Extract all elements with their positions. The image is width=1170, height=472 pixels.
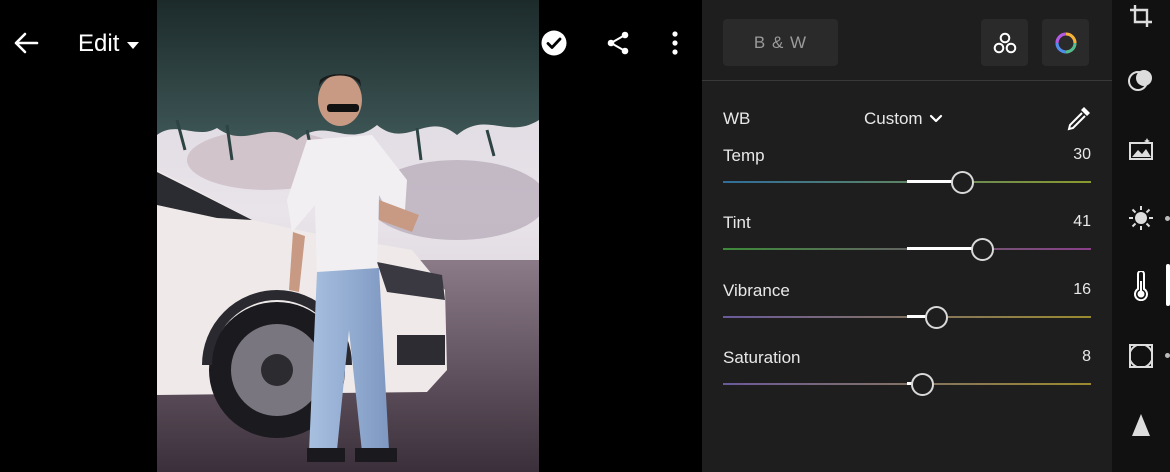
panel-header: B & W	[702, 0, 1112, 81]
arrow-left-icon	[14, 32, 39, 54]
chevron-down-icon	[929, 114, 942, 123]
color-mix-button[interactable]	[981, 19, 1028, 66]
color-mix-icon	[993, 32, 1016, 53]
vibrance-label: Vibrance	[723, 281, 790, 300]
share-button[interactable]	[601, 26, 635, 60]
masking-tool[interactable]	[1125, 64, 1157, 96]
temp-slider: Temp 30	[723, 146, 1091, 206]
saturation-slider: Saturation 8	[723, 348, 1091, 408]
back-button[interactable]	[8, 26, 44, 60]
crop-icon	[1130, 5, 1152, 27]
white-balance-picker-button[interactable]	[1065, 104, 1093, 132]
temp-knob[interactable]	[951, 171, 975, 194]
geometry-tool[interactable]	[1125, 409, 1157, 441]
white-balance-row: WB Custom	[723, 104, 1093, 134]
vibrance-knob[interactable]	[925, 306, 949, 329]
saturation-label: Saturation	[723, 348, 801, 367]
tint-slider: Tint 41	[723, 213, 1091, 273]
more-vertical-icon	[672, 31, 678, 55]
mask-icon	[1128, 70, 1152, 91]
color-temperature-icon	[1134, 271, 1148, 301]
light-icon	[1129, 206, 1153, 230]
black-and-white-button[interactable]: B & W	[723, 19, 838, 66]
tint-knob[interactable]	[971, 238, 995, 261]
share-icon	[607, 31, 629, 55]
light-adjusted-dot	[1165, 216, 1170, 221]
temp-label: Temp	[723, 146, 765, 165]
optics-vignette-icon	[1129, 344, 1153, 368]
tint-label: Tint	[723, 213, 751, 232]
auto-enhance-icon	[1129, 138, 1153, 160]
white-balance-dropdown[interactable]: Custom	[864, 109, 943, 129]
photo-preview	[157, 0, 539, 472]
vibrance-value: 16	[1073, 281, 1091, 298]
crop-tool[interactable]	[1125, 0, 1157, 32]
mode-selector[interactable]: Edit	[78, 28, 140, 60]
edit-panel: B & W WB Custom Temp 30 Tint 41 Vibrance…	[702, 0, 1112, 472]
saturation-value: 8	[1082, 348, 1091, 365]
done-button[interactable]	[537, 26, 571, 60]
chevron-down-icon	[127, 41, 140, 49]
active-tool-indicator	[1166, 264, 1170, 306]
saturation-knob[interactable]	[910, 373, 934, 396]
vibrance-slider: Vibrance 16	[723, 281, 1091, 341]
tint-value: 41	[1073, 213, 1091, 230]
color-wheel-icon	[1055, 32, 1076, 53]
optics-adjusted-dot	[1165, 353, 1170, 358]
temp-value: 30	[1073, 146, 1091, 163]
white-balance-value: Custom	[864, 109, 923, 128]
geometry-icon	[1132, 414, 1150, 436]
light-tool[interactable]	[1125, 202, 1157, 234]
mode-label: Edit	[78, 30, 120, 57]
photo-canvas[interactable]	[157, 0, 539, 472]
more-options-button[interactable]	[660, 26, 690, 60]
eyedropper-icon	[1067, 107, 1090, 131]
white-balance-label: WB	[723, 109, 751, 128]
color-tool[interactable]	[1125, 270, 1157, 302]
tool-rail	[1112, 0, 1170, 472]
color-grading-button[interactable]	[1042, 19, 1089, 66]
checkmark-icon	[541, 30, 567, 56]
auto-tool[interactable]	[1125, 133, 1157, 165]
optics-tool[interactable]	[1125, 340, 1157, 372]
